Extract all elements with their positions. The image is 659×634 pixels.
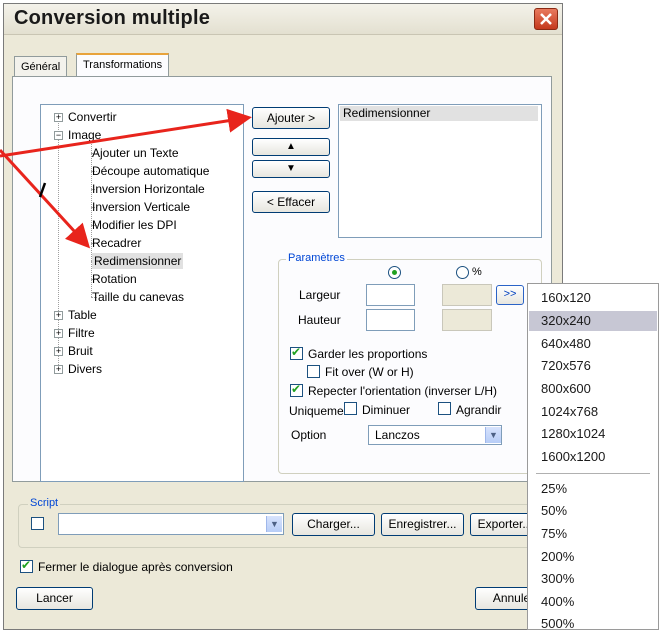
annotation-arrows: [0, 108, 252, 249]
annotation-arrow-to-resize: [0, 148, 91, 249]
annotation-arrow-to-add: [0, 108, 252, 158]
